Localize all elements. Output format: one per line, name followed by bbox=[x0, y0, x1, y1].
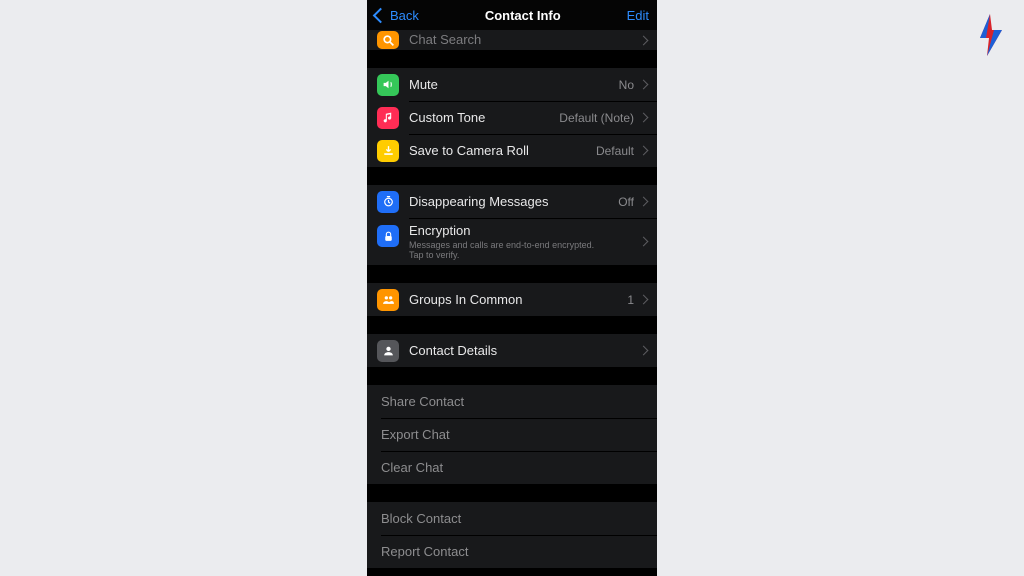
chat-search-label: Chat Search bbox=[409, 32, 640, 48]
chevron-right-icon bbox=[639, 80, 649, 90]
group-groups: Groups In Common 1 bbox=[367, 283, 657, 316]
lock-icon bbox=[377, 225, 399, 247]
chevron-right-icon bbox=[639, 197, 649, 207]
mute-value: No bbox=[619, 78, 634, 92]
back-label: Back bbox=[390, 8, 419, 23]
row-chat-search[interactable]: Chat Search bbox=[367, 30, 657, 50]
group-danger: Block Contact Report Contact bbox=[367, 502, 657, 568]
export-chat-label: Export Chat bbox=[381, 427, 647, 443]
edit-button[interactable]: Edit bbox=[627, 8, 649, 23]
contact-details-label: Contact Details bbox=[409, 343, 640, 359]
brand-logo-icon bbox=[978, 14, 1004, 56]
group-notifications: Mute No Custom Tone Default (Note) Save … bbox=[367, 68, 657, 167]
row-clear-chat[interactable]: Clear Chat bbox=[367, 451, 657, 484]
row-block-contact[interactable]: Block Contact bbox=[367, 502, 657, 535]
group-search: Chat Search bbox=[367, 30, 657, 50]
back-button[interactable]: Back bbox=[375, 8, 419, 23]
block-contact-label: Block Contact bbox=[381, 511, 647, 527]
page-title: Contact Info bbox=[485, 8, 561, 23]
group-privacy: Disappearing Messages Off Encryption Mes… bbox=[367, 185, 657, 265]
save-camera-value: Default bbox=[596, 144, 634, 158]
mute-label: Mute bbox=[409, 77, 619, 93]
groups-label: Groups In Common bbox=[409, 292, 627, 308]
encryption-subtitle: Messages and calls are end-to-end encryp… bbox=[409, 240, 609, 261]
timer-icon bbox=[377, 191, 399, 213]
report-contact-label: Report Contact bbox=[381, 544, 647, 560]
chevron-left-icon bbox=[373, 7, 389, 23]
row-contact-details[interactable]: Contact Details bbox=[367, 334, 657, 367]
music-note-icon bbox=[377, 107, 399, 129]
contact-card-icon bbox=[377, 340, 399, 362]
disappearing-value: Off bbox=[618, 195, 634, 209]
custom-tone-value: Default (Note) bbox=[559, 111, 634, 125]
row-report-contact[interactable]: Report Contact bbox=[367, 535, 657, 568]
chevron-right-icon bbox=[639, 346, 649, 356]
row-mute[interactable]: Mute No bbox=[367, 68, 657, 101]
speaker-icon bbox=[377, 74, 399, 96]
chevron-right-icon bbox=[639, 295, 649, 305]
row-custom-tone[interactable]: Custom Tone Default (Note) bbox=[367, 101, 657, 134]
chevron-right-icon bbox=[639, 237, 649, 247]
phone-screen: Back Contact Info Edit Chat Search Mute … bbox=[367, 0, 657, 576]
row-share-contact[interactable]: Share Contact bbox=[367, 385, 657, 418]
chevron-right-icon bbox=[639, 35, 649, 45]
search-icon bbox=[377, 31, 399, 49]
share-contact-label: Share Contact bbox=[381, 394, 647, 410]
encryption-label: Encryption bbox=[409, 223, 640, 239]
row-disappearing-messages[interactable]: Disappearing Messages Off bbox=[367, 185, 657, 218]
save-camera-label: Save to Camera Roll bbox=[409, 143, 596, 159]
custom-tone-label: Custom Tone bbox=[409, 110, 559, 126]
groups-value: 1 bbox=[627, 293, 634, 307]
chevron-right-icon bbox=[639, 146, 649, 156]
download-icon bbox=[377, 140, 399, 162]
group-actions: Share Contact Export Chat Clear Chat bbox=[367, 385, 657, 484]
row-groups-in-common[interactable]: Groups In Common 1 bbox=[367, 283, 657, 316]
clear-chat-label: Clear Chat bbox=[381, 460, 647, 476]
nav-bar: Back Contact Info Edit bbox=[367, 0, 657, 30]
people-icon bbox=[377, 289, 399, 311]
row-save-camera-roll[interactable]: Save to Camera Roll Default bbox=[367, 134, 657, 167]
disappearing-label: Disappearing Messages bbox=[409, 194, 618, 210]
chevron-right-icon bbox=[639, 113, 649, 123]
group-contact-details: Contact Details bbox=[367, 334, 657, 367]
row-encryption[interactable]: Encryption Messages and calls are end-to… bbox=[367, 218, 657, 265]
row-export-chat[interactable]: Export Chat bbox=[367, 418, 657, 451]
